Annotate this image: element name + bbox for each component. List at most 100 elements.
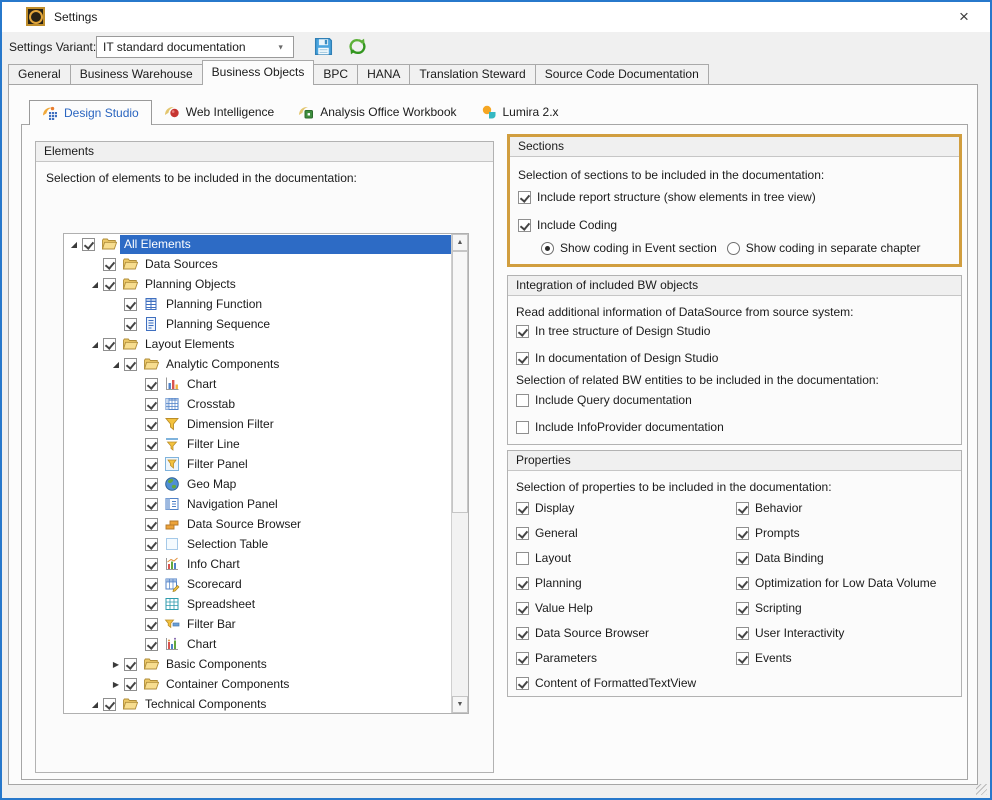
tree-item-label[interactable]: Filter Panel: [183, 455, 254, 474]
tree-item-label[interactable]: Planning Function: [162, 295, 268, 314]
tree-item-layout-elements[interactable]: ◢ Layout Elements: [64, 334, 451, 354]
tree-item-label[interactable]: Layout Elements: [141, 335, 240, 354]
tree-item-filter-bar[interactable]: Filter Bar: [64, 614, 451, 634]
resize-grip[interactable]: [976, 784, 987, 795]
checkbox-general[interactable]: General: [516, 526, 696, 540]
tree-item-filter-panel[interactable]: Filter Panel: [64, 454, 451, 474]
checkbox-include-report-structure-show-elements-in-tree-view[interactable]: Include report structure (show elements …: [518, 190, 816, 204]
tree-item-checkbox[interactable]: [145, 398, 158, 411]
tree-item-label[interactable]: Selection Table: [183, 535, 274, 554]
tree-item-data-sources[interactable]: Data Sources: [64, 254, 451, 274]
scroll-down-icon[interactable]: ▼: [452, 696, 468, 713]
checkbox-include-coding[interactable]: Include Coding: [518, 218, 816, 232]
tree-collapsed-icon[interactable]: ▶: [108, 680, 124, 689]
tree-item-checkbox[interactable]: [103, 698, 116, 711]
tree-item-checkbox[interactable]: [145, 458, 158, 471]
tree-item-navigation-panel[interactable]: Navigation Panel: [64, 494, 451, 514]
tree-collapsed-icon[interactable]: ▶: [108, 660, 124, 669]
tree-item-checkbox[interactable]: [124, 358, 137, 371]
main-tab-bpc[interactable]: BPC: [313, 64, 358, 85]
tree-item-scorecard[interactable]: Scorecard: [64, 574, 451, 594]
tree-item-checkbox[interactable]: [145, 538, 158, 551]
tree-item-label[interactable]: Crosstab: [183, 395, 241, 414]
tree-item-planning-sequence[interactable]: Planning Sequence: [64, 314, 451, 334]
tree-item-checkbox[interactable]: [124, 658, 137, 671]
tree-item-label[interactable]: Filter Bar: [183, 615, 242, 634]
tree-item-container-components[interactable]: ▶Container Components: [64, 674, 451, 694]
tree-expanded-icon[interactable]: ◢: [66, 240, 82, 249]
tree-item-planning-objects[interactable]: ◢Planning Objects: [64, 274, 451, 294]
tree-item-checkbox[interactable]: [103, 338, 116, 351]
tree-expanded-icon[interactable]: ◢: [87, 340, 103, 349]
tree-item-checkbox[interactable]: [145, 578, 158, 591]
checkbox-events[interactable]: Events: [736, 651, 936, 665]
checkbox-display[interactable]: Display: [516, 501, 696, 515]
tree-expanded-icon[interactable]: ◢: [108, 360, 124, 369]
main-tab-business-warehouse[interactable]: Business Warehouse: [70, 64, 203, 85]
tree-scrollbar[interactable]: ▲ ▼: [451, 234, 468, 713]
tree-item-label[interactable]: Chart: [183, 635, 222, 654]
radio-show-coding-in-separate-chapter[interactable]: Show coding in separate chapter: [727, 241, 921, 255]
scrollbar-thumb[interactable]: [452, 251, 468, 513]
tree-item-planning-function[interactable]: Planning Function: [64, 294, 451, 314]
checkbox-include-query-documentation[interactable]: Include Query documentation: [516, 393, 724, 407]
checkbox-value-help[interactable]: Value Help: [516, 601, 696, 615]
tree-item-label[interactable]: Scorecard: [183, 575, 248, 594]
checkbox-optimization-for-low-data-volume[interactable]: Optimization for Low Data Volume: [736, 576, 936, 590]
tree-item-checkbox[interactable]: [145, 618, 158, 631]
tree-item-label[interactable]: Spreadsheet: [183, 595, 261, 614]
tree-item-technical-components[interactable]: ◢Technical Components: [64, 694, 451, 714]
tree-item-label[interactable]: Analytic Components: [162, 355, 285, 374]
sub-tab-web-intelligence[interactable]: Web Intelligence: [152, 100, 287, 124]
checkbox-layout[interactable]: Layout: [516, 551, 696, 565]
checkbox-behavior[interactable]: Behavior: [736, 501, 936, 515]
tree-item-label[interactable]: Basic Components: [162, 655, 273, 674]
tree-item-analytic-components[interactable]: ◢ Analytic Components: [64, 354, 451, 374]
checkbox-data-binding[interactable]: Data Binding: [736, 551, 936, 565]
sub-tab-lumira-2-x[interactable]: Lumira 2.x: [469, 100, 571, 124]
tree-item-checkbox[interactable]: [145, 438, 158, 451]
tree-item-label[interactable]: All Elements: [120, 235, 451, 254]
tree-item-checkbox[interactable]: [103, 258, 116, 271]
radio-show-coding-in-event-section[interactable]: Show coding in Event section: [541, 241, 717, 255]
tree-item-checkbox[interactable]: [145, 638, 158, 651]
tree-item-label[interactable]: Geo Map: [183, 475, 242, 494]
tree-item-checkbox[interactable]: [145, 418, 158, 431]
tree-item-checkbox[interactable]: [145, 498, 158, 511]
scroll-up-icon[interactable]: ▲: [452, 234, 468, 251]
tree-item-checkbox[interactable]: [124, 318, 137, 331]
tree-item-spreadsheet[interactable]: Spreadsheet: [64, 594, 451, 614]
tree-item-checkbox[interactable]: [82, 238, 95, 251]
checkbox-parameters[interactable]: Parameters: [516, 651, 696, 665]
tree-item-label[interactable]: Info Chart: [183, 555, 246, 574]
tree-item-basic-components[interactable]: ▶ Basic Components: [64, 654, 451, 674]
main-tab-source-code-documentation[interactable]: Source Code Documentation: [535, 64, 709, 85]
tree-item-checkbox[interactable]: [124, 298, 137, 311]
tree-item-filter-line[interactable]: Filter Line: [64, 434, 451, 454]
checkbox-in-tree-structure-of-design-studio[interactable]: In tree structure of Design Studio: [516, 324, 718, 338]
tree-item-label[interactable]: Filter Line: [183, 435, 246, 454]
sub-tab-design-studio[interactable]: Design Studio: [29, 100, 152, 125]
tree-item-dimension-filter[interactable]: Dimension Filter: [64, 414, 451, 434]
checkbox-include-infoprovider-documentation[interactable]: Include InfoProvider documentation: [516, 420, 724, 434]
tree-item-label[interactable]: Planning Objects: [141, 275, 242, 294]
tree-item-checkbox[interactable]: [145, 558, 158, 571]
checkbox-content-of-formattedtextview[interactable]: Content of FormattedTextView: [516, 676, 696, 690]
checkbox-user-interactivity[interactable]: User Interactivity: [736, 626, 936, 640]
tree-expanded-icon[interactable]: ◢: [87, 700, 103, 709]
checkbox-in-documentation-of-design-studio[interactable]: In documentation of Design Studio: [516, 351, 718, 365]
tree-item-geo-map[interactable]: Geo Map: [64, 474, 451, 494]
tree-item-checkbox[interactable]: [124, 678, 137, 691]
checkbox-data-source-browser[interactable]: Data Source Browser: [516, 626, 696, 640]
tree-item-label[interactable]: Chart: [183, 375, 222, 394]
tree-item-checkbox[interactable]: [145, 598, 158, 611]
checkbox-prompts[interactable]: Prompts: [736, 526, 936, 540]
tree-item-selection-table[interactable]: Selection Table: [64, 534, 451, 554]
tree-item-label[interactable]: Dimension Filter: [183, 415, 280, 434]
tree-item-all-elements[interactable]: ◢ All Elements: [64, 234, 451, 254]
sub-tab-analysis-office-workbook[interactable]: Analysis Office Workbook: [286, 100, 468, 124]
close-icon[interactable]: ×: [950, 4, 978, 30]
tree-item-checkbox[interactable]: [103, 278, 116, 291]
tree-item-checkbox[interactable]: [145, 378, 158, 391]
tree-item-chart[interactable]: Chart: [64, 374, 451, 394]
